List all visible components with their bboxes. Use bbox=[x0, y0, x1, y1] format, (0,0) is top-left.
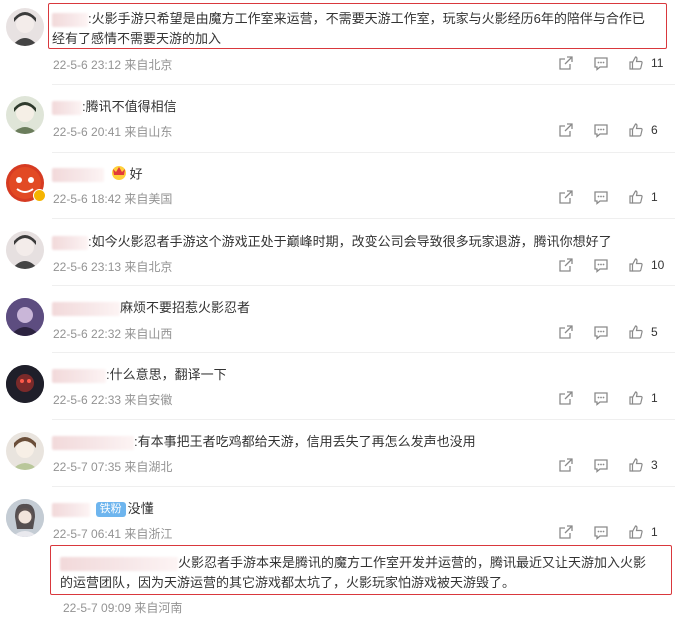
like-count: 1 bbox=[651, 190, 658, 204]
reply-text-line2: 的运营团队，因为天游运营的其它游戏都太坑了，火影玩家怕游戏被天游毁了。 bbox=[60, 575, 516, 590]
divider bbox=[52, 352, 675, 353]
comment-text: :什么意思，翻译一下 bbox=[106, 367, 227, 382]
avatar[interactable] bbox=[6, 8, 44, 46]
share-icon[interactable] bbox=[558, 457, 574, 473]
comment-icon[interactable] bbox=[593, 324, 609, 340]
comment-icon[interactable] bbox=[593, 390, 609, 406]
share-icon[interactable] bbox=[558, 324, 574, 340]
share-icon[interactable] bbox=[558, 390, 574, 406]
share-icon[interactable] bbox=[558, 524, 574, 540]
share-icon[interactable] bbox=[558, 257, 574, 273]
comment-actions: 5 bbox=[0, 324, 683, 340]
divider bbox=[52, 285, 675, 286]
comment-actions: 3 bbox=[0, 457, 683, 473]
vip-crown-icon bbox=[110, 164, 128, 186]
comment-text-line2: 经有了感情不需要天游的加入 bbox=[52, 31, 222, 46]
reply-location: 来自河南 bbox=[134, 601, 183, 615]
like-count: 5 bbox=[651, 325, 658, 339]
divider bbox=[52, 419, 675, 420]
blurred-username[interactable] bbox=[52, 168, 104, 182]
comment-text: :火影手游只希望是由魔方工作室来运营，不需要天游工作室，玩家与火影经历6年的陪伴… bbox=[88, 11, 645, 26]
like-icon[interactable] bbox=[628, 257, 644, 273]
blurred-username[interactable] bbox=[52, 12, 88, 27]
blurred-username[interactable] bbox=[52, 100, 82, 115]
comment-icon[interactable] bbox=[593, 457, 609, 473]
comment-icon[interactable] bbox=[593, 524, 609, 540]
like-icon[interactable] bbox=[628, 524, 644, 540]
comment-text: 没懂 bbox=[127, 501, 154, 516]
share-icon[interactable] bbox=[558, 122, 574, 138]
like-count: 6 bbox=[651, 123, 658, 137]
like-count: 11 bbox=[651, 56, 664, 70]
comment-icon[interactable] bbox=[593, 257, 609, 273]
comment-icon[interactable] bbox=[593, 55, 609, 71]
blurred-username[interactable] bbox=[52, 502, 90, 517]
blurred-username[interactable] bbox=[52, 301, 120, 316]
comment-actions: 6 bbox=[0, 122, 683, 138]
comment-actions: 1 bbox=[0, 189, 683, 205]
like-icon[interactable] bbox=[628, 122, 644, 138]
like-count: 3 bbox=[651, 458, 658, 472]
divider bbox=[52, 84, 675, 85]
like-icon[interactable] bbox=[628, 324, 644, 340]
reply-text-line1: 火影忍者手游本来是腾讯的魔方工作室开发并运营的，腾讯最近又让天游加入火影 bbox=[178, 555, 647, 570]
like-count: 1 bbox=[651, 391, 658, 405]
comment-text: :有本事把王者吃鸡都给天游，信用丢失了再怎么发声也没用 bbox=[134, 434, 476, 449]
comment-icon[interactable] bbox=[593, 189, 609, 205]
comment-text: 麻烦不要招惹火影忍者 bbox=[120, 300, 251, 315]
comment-text: 好 bbox=[129, 166, 143, 182]
like-icon[interactable] bbox=[628, 55, 644, 71]
blurred-username[interactable] bbox=[52, 435, 134, 450]
comment-text: :腾讯不值得相信 bbox=[82, 99, 177, 114]
blurred-username[interactable] bbox=[60, 556, 178, 571]
fan-badge: 铁粉 bbox=[95, 502, 126, 518]
share-icon[interactable] bbox=[558, 189, 574, 205]
comment-actions: 10 bbox=[0, 257, 683, 273]
like-icon[interactable] bbox=[628, 457, 644, 473]
like-icon[interactable] bbox=[628, 390, 644, 406]
comment-text: :如今火影忍者手游这个游戏正处于巅峰时期，改变公司会导致很多玩家退游，腾讯你想好… bbox=[88, 234, 612, 249]
comment-actions: 1 bbox=[0, 524, 683, 540]
share-icon[interactable] bbox=[558, 55, 574, 71]
like-count: 1 bbox=[651, 525, 658, 539]
like-count: 10 bbox=[651, 258, 665, 272]
comment-icon[interactable] bbox=[593, 122, 609, 138]
blurred-username[interactable] bbox=[52, 235, 88, 250]
reply-time: 22-5-7 09:09 bbox=[63, 601, 132, 615]
divider bbox=[52, 486, 675, 487]
divider bbox=[52, 152, 675, 153]
blurred-username[interactable] bbox=[52, 368, 106, 383]
comment-actions: 11 bbox=[0, 55, 683, 71]
comment-actions: 1 bbox=[0, 390, 683, 406]
like-icon[interactable] bbox=[628, 189, 644, 205]
divider bbox=[52, 218, 675, 219]
